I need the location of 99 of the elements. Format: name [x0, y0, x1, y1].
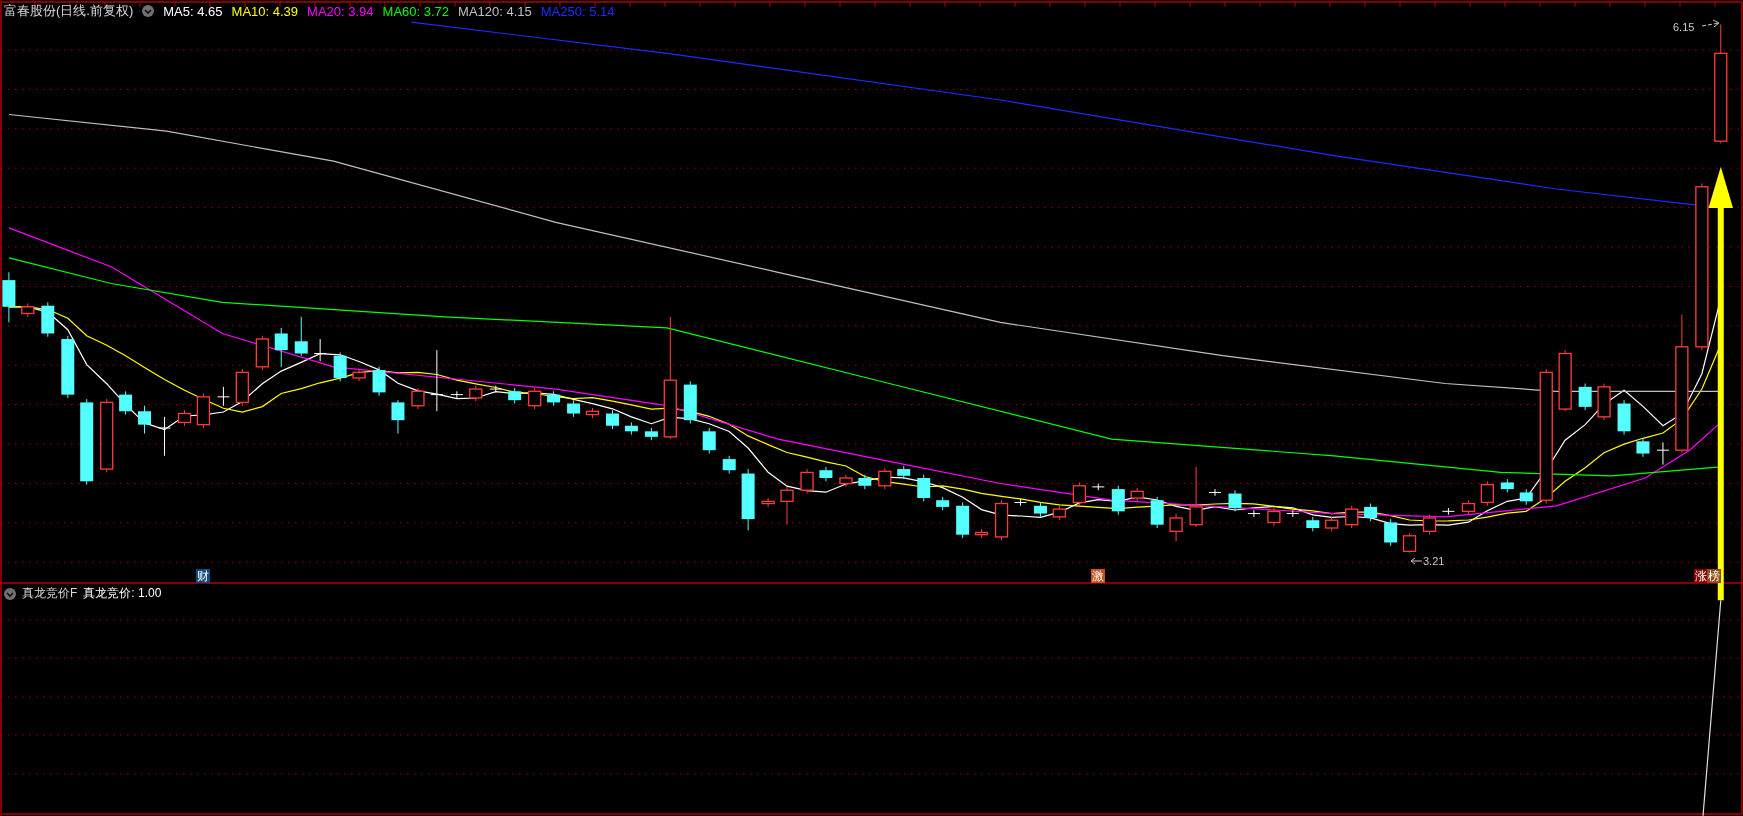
candlestick [1072, 481, 1086, 507]
candlestick [196, 393, 211, 429]
candlestick [1013, 498, 1027, 507]
candlestick [819, 466, 833, 482]
candlestick [21, 302, 35, 318]
candlestick [450, 390, 464, 399]
candlestick [722, 455, 736, 475]
pointer-arrow-icon [1410, 557, 1423, 565]
candlestick [1422, 514, 1437, 536]
candlestick [1402, 533, 1417, 553]
candlestick [800, 468, 814, 495]
candlestick [138, 405, 151, 435]
candlestick [508, 387, 522, 404]
pointer-arrow-icon [1701, 19, 1720, 28]
candlestick [255, 335, 269, 371]
candlestick [1500, 478, 1514, 493]
candlestick [1286, 509, 1300, 518]
candlestick [780, 486, 794, 526]
candlestick [1345, 505, 1359, 529]
high-price-label: 6.15 [1673, 21, 1695, 33]
candlestick [216, 386, 230, 407]
candlestick [119, 390, 133, 416]
candlestick [1111, 485, 1125, 516]
candlestick [430, 349, 444, 412]
candlestick [61, 335, 75, 399]
candlestick [567, 399, 581, 418]
moving-average-label: MA120: 4.15 [458, 3, 532, 19]
candlestick [1558, 349, 1572, 412]
candlestick [1169, 513, 1183, 542]
candlestick [528, 387, 542, 410]
event-marker[interactable]: 财 [196, 569, 210, 583]
moving-average-label: MA10: 4.39 [231, 3, 299, 19]
candlestick [1364, 503, 1378, 522]
moving-average-label: MA60: 3.72 [382, 3, 450, 19]
candlestick [41, 301, 55, 338]
candlestick [936, 496, 950, 511]
candlestick [547, 390, 561, 407]
candlestick [372, 366, 386, 397]
candlestick [1306, 516, 1320, 532]
candlestick [1208, 488, 1222, 497]
candlestick [1228, 489, 1242, 512]
candlestick [1033, 501, 1047, 518]
candlestick [683, 380, 697, 424]
candlestick [1441, 507, 1455, 516]
candlestick [158, 416, 171, 457]
candlestick [878, 467, 892, 490]
candlestick [1091, 483, 1105, 491]
candlestick [624, 421, 638, 436]
candlestick [644, 427, 658, 441]
candlestick [274, 327, 288, 368]
event-marker[interactable]: 涨 [1694, 569, 1708, 583]
candlestick [1597, 383, 1611, 421]
candlestick [352, 368, 366, 382]
candlestick [1052, 505, 1066, 521]
event-marker[interactable]: 榜 [1707, 569, 1721, 583]
collapse-icon[interactable] [142, 5, 155, 17]
low-price-label: 3.21 [1423, 555, 1445, 567]
candlestick [1150, 496, 1164, 529]
moving-average-label: MA5: 4.65 [163, 3, 223, 19]
candlestick [585, 407, 600, 419]
candlestick [702, 427, 716, 455]
candlestick [1384, 518, 1398, 547]
candlestick [1267, 507, 1281, 527]
candlestick [177, 409, 192, 427]
candlestick [411, 387, 425, 410]
candlestick [469, 385, 483, 402]
candlestick [917, 474, 931, 502]
candlestick [1578, 383, 1592, 411]
candlestick [1130, 487, 1144, 502]
candlestick [606, 409, 619, 430]
moving-average-label: MA20: 3.94 [307, 3, 374, 19]
event-marker[interactable]: 激 [1091, 569, 1105, 583]
candlestick [313, 338, 327, 362]
candlestick [1247, 509, 1261, 518]
moving-average-label: MA250: 5.14 [540, 3, 615, 19]
candlestick [1461, 499, 1476, 516]
candlestick [1519, 488, 1533, 506]
collapse-icon[interactable] [4, 587, 16, 600]
candlestick [994, 499, 1009, 541]
candlestick [2, 271, 16, 323]
candlestick [1189, 466, 1203, 528]
candlestick [1480, 480, 1494, 507]
candlestick [1656, 441, 1670, 466]
candlestick [391, 399, 405, 435]
candlestick [741, 468, 755, 531]
candlestick [956, 501, 970, 539]
candlestick [294, 316, 308, 357]
indicator-title: 真龙竞价F [22, 585, 78, 602]
stock-title: 富春股份(日线.前复权) [4, 2, 134, 20]
candlestick [333, 351, 347, 382]
indicator-reading: 真龙竞价: 1.00 [83, 585, 162, 602]
candlestick [489, 385, 503, 393]
candlestick [1617, 399, 1631, 436]
candlestick [1636, 437, 1650, 458]
candlestick [897, 465, 911, 480]
candlestick [1325, 516, 1339, 532]
candlestick [839, 474, 853, 488]
candlestick [235, 368, 249, 407]
candlestick [858, 474, 872, 490]
